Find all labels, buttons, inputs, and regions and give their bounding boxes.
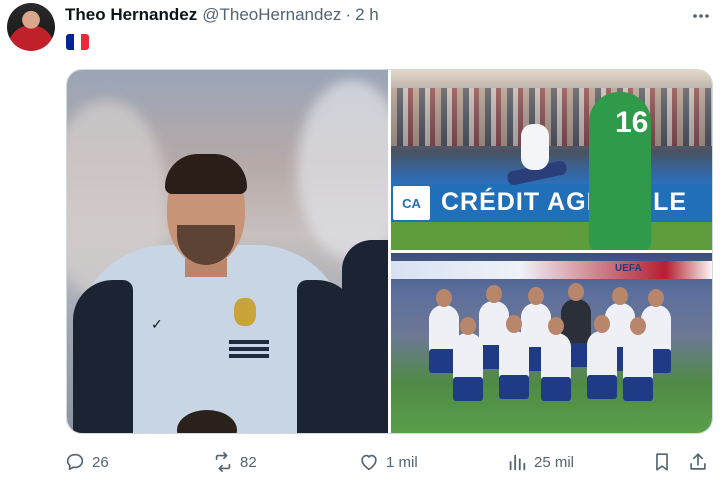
post-header: Theo Hernandez @TheoHernandez · 2 h bbox=[65, 4, 379, 26]
player-head bbox=[506, 315, 522, 333]
media-image-portrait[interactable]: ✓ bbox=[67, 70, 388, 433]
player-head bbox=[594, 315, 610, 333]
player-shorts bbox=[623, 377, 653, 401]
avatar[interactable] bbox=[7, 3, 55, 51]
repost-button[interactable]: 82 bbox=[212, 449, 257, 475]
player-head bbox=[630, 317, 646, 335]
player-shorts bbox=[453, 377, 483, 401]
reply-count: 26 bbox=[92, 453, 109, 471]
author-name[interactable]: Theo Hernandez bbox=[65, 5, 197, 25]
player-head bbox=[548, 317, 564, 335]
more-options-icon[interactable] bbox=[690, 5, 712, 27]
player-head bbox=[436, 289, 452, 307]
like-count: 1 mil bbox=[386, 453, 418, 471]
reply-icon bbox=[66, 453, 84, 471]
crest-icon bbox=[234, 298, 256, 326]
media-image-team[interactable]: UEFA bbox=[391, 253, 712, 433]
media-image-match[interactable]: CA CRÉDIT AGRICOLE 16 bbox=[391, 70, 712, 250]
repost-icon bbox=[215, 452, 231, 472]
post-time[interactable]: 2 h bbox=[355, 5, 379, 25]
views-icon bbox=[509, 454, 526, 471]
player-shorts bbox=[499, 375, 529, 399]
player-head bbox=[612, 287, 628, 305]
separator: · bbox=[345, 5, 352, 24]
action-bar: 26 82 1 mil 25 mil bbox=[62, 449, 722, 475]
bookmark-button[interactable] bbox=[651, 449, 673, 475]
bookmark-icon bbox=[656, 453, 668, 471]
flag-stripe-red bbox=[81, 34, 89, 50]
reply-button[interactable]: 26 bbox=[64, 449, 109, 475]
player-head bbox=[486, 285, 502, 303]
sponsor-logo: CA bbox=[393, 186, 430, 220]
view-count: 25 mil bbox=[534, 453, 575, 471]
sponsor-logo bbox=[229, 340, 269, 366]
like-button[interactable]: 1 mil bbox=[358, 449, 418, 475]
jersey-number: 16 bbox=[615, 106, 649, 139]
flag-stripe-white bbox=[73, 34, 82, 50]
banner-text: UEFA bbox=[615, 263, 642, 274]
player-head bbox=[568, 283, 584, 301]
share-icon bbox=[690, 453, 706, 470]
france-flag-emoji bbox=[66, 34, 89, 50]
views-button[interactable]: 25 mil bbox=[506, 449, 574, 475]
player-head bbox=[528, 287, 544, 305]
player-head bbox=[460, 317, 476, 335]
repost-count: 82 bbox=[240, 453, 257, 471]
author-handle[interactable]: @TheoHernandez bbox=[202, 5, 341, 25]
media-grid: ✓ CA CRÉDIT AGRICOLE 16 UEFA bbox=[66, 69, 713, 434]
player-shorts bbox=[587, 375, 617, 399]
player-head bbox=[648, 289, 664, 307]
share-button[interactable] bbox=[687, 449, 709, 475]
player-shorts bbox=[541, 377, 571, 401]
heart-icon bbox=[361, 454, 377, 471]
flag-stripe-blue bbox=[66, 34, 74, 50]
swoosh-icon: ✓ bbox=[151, 316, 163, 332]
